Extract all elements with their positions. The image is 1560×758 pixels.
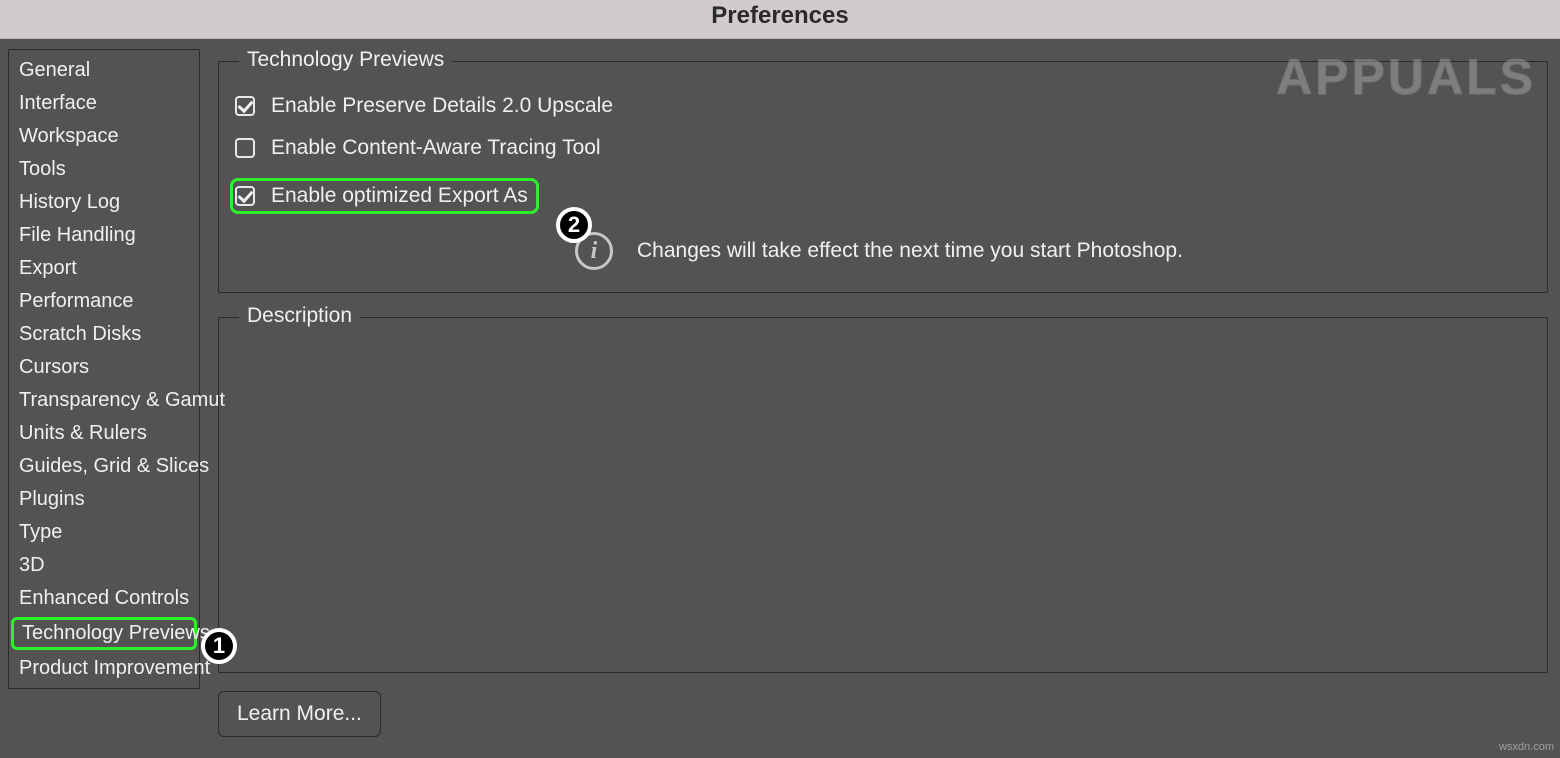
description-legend: Description [239,304,360,328]
annotation-marker-2: 2 [556,207,592,243]
preferences-sidebar: General Interface Workspace Tools Histor… [8,49,200,689]
technology-previews-group: Technology Previews Enable Preserve Deta… [218,61,1548,293]
technology-previews-legend: Technology Previews [239,48,452,72]
sidebar-item-export[interactable]: Export [9,252,199,285]
option-preserve-details-row: Enable Preserve Details 2.0 Upscale [235,94,1531,118]
sidebar-item-history-log[interactable]: History Log [9,186,199,219]
sidebar-item-file-handling[interactable]: File Handling [9,219,199,252]
sidebar-item-performance[interactable]: Performance [9,285,199,318]
checkbox-preserve-details[interactable] [235,96,255,116]
sidebar-item-enhanced-controls[interactable]: Enhanced Controls [9,582,199,615]
sidebar-item-cursors[interactable]: Cursors [9,351,199,384]
sidebar-item-units-rulers[interactable]: Units & Rulers [9,417,199,450]
option-optimized-export-as-row: Enable optimized Export As [230,178,539,214]
sidebar-item-guides-grid-slices[interactable]: Guides, Grid & Slices [9,450,199,483]
checkbox-optimized-export-as[interactable] [235,186,255,206]
annotation-marker-1: 1 [201,628,237,664]
preferences-title: Preferences [0,0,1560,39]
learn-more-button[interactable]: Learn More... [218,691,381,737]
sidebar-item-general[interactable]: General [9,54,199,87]
sidebar-item-interface[interactable]: Interface [9,87,199,120]
sidebar-item-type[interactable]: Type [9,516,199,549]
sidebar-item-workspace[interactable]: Workspace [9,120,199,153]
sidebar-item-3d[interactable]: 3D [9,549,199,582]
option-content-aware-tracing-row: Enable Content-Aware Tracing Tool [235,136,1531,160]
label-optimized-export-as: Enable optimized Export As [271,184,528,208]
sidebar-item-plugins[interactable]: Plugins [9,483,199,516]
info-text: Changes will take effect the next time y… [637,239,1183,263]
sidebar-item-technology-previews[interactable]: Technology Previews [11,617,197,650]
sidebar-item-tools[interactable]: Tools [9,153,199,186]
description-group: Description [218,317,1548,673]
sidebar-item-product-improvement[interactable]: Product Improvement [9,652,199,685]
info-row: i Changes will take effect the next time… [575,232,1531,270]
checkbox-content-aware-tracing[interactable] [235,138,255,158]
label-content-aware-tracing: Enable Content-Aware Tracing Tool [271,136,601,160]
preferences-content: Technology Previews Enable Preserve Deta… [218,49,1552,758]
sidebar-item-transparency-gamut[interactable]: Transparency & Gamut [9,384,199,417]
label-preserve-details: Enable Preserve Details 2.0 Upscale [271,94,613,118]
sidebar-item-scratch-disks[interactable]: Scratch Disks [9,318,199,351]
